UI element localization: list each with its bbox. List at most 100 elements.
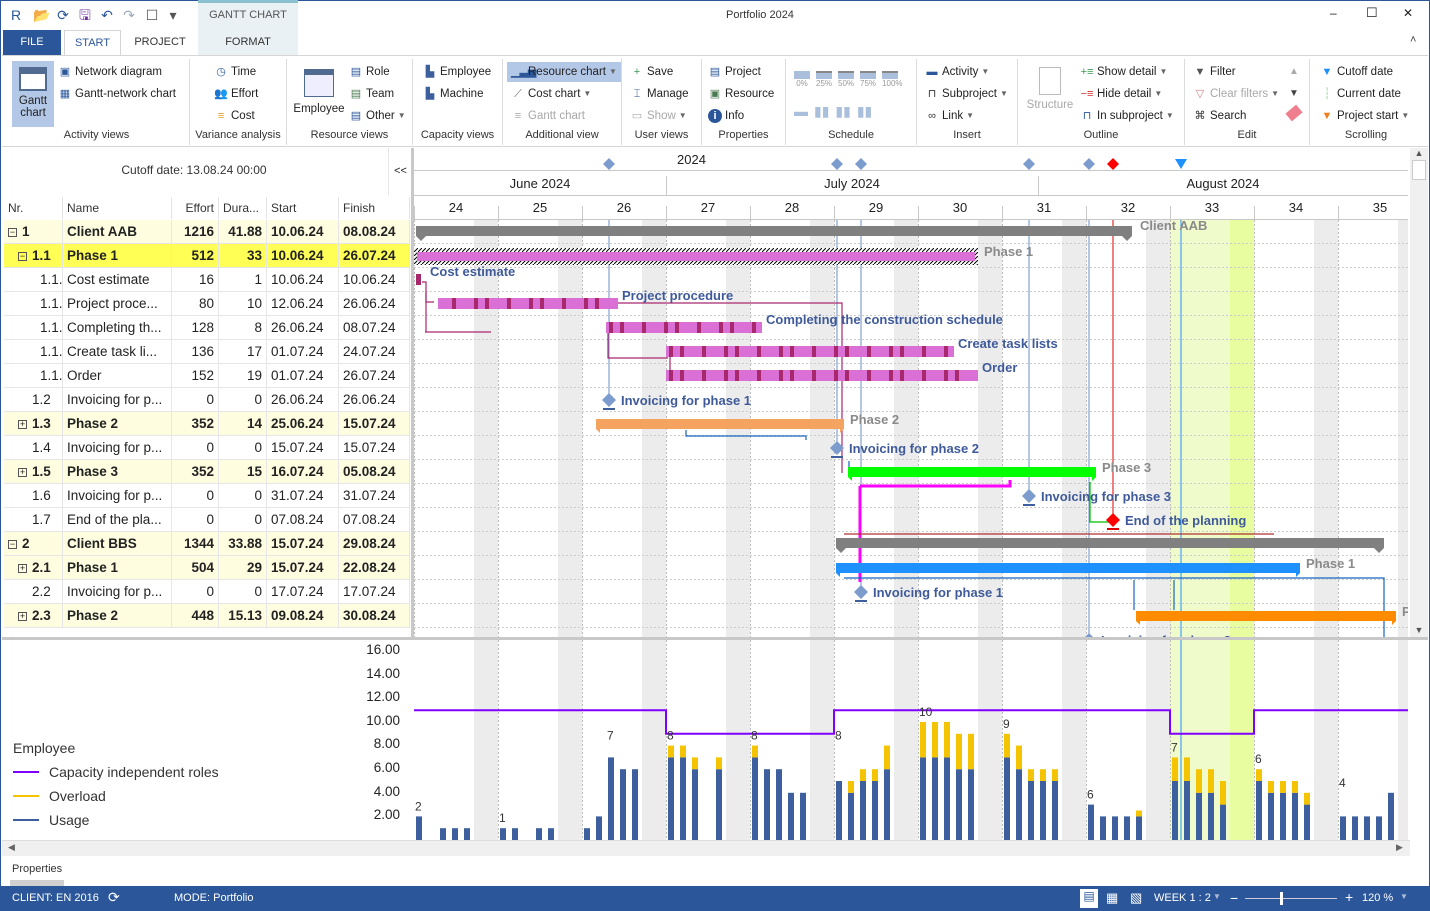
cell-start[interactable]: 26.06.24 <box>267 316 339 340</box>
cell-effort[interactable]: 128 <box>172 316 219 340</box>
other-button[interactable]: ▤ Other ▼ <box>349 106 406 126</box>
collapse-icon[interactable]: − <box>18 252 27 261</box>
clear-filters-button[interactable]: ▽ Clear filters ▼ <box>1193 84 1279 104</box>
cell-effort[interactable]: 80 <box>172 292 219 316</box>
split-multi-icon[interactable]: ▮▮ <box>835 103 850 120</box>
team-button[interactable]: ▤ Team <box>349 84 394 104</box>
column-header-name[interactable]: Name <box>63 197 172 219</box>
cell-start[interactable]: 07.08.24 <box>267 508 339 532</box>
effort-button[interactable]: 👥 Effort <box>214 84 258 104</box>
table-row[interactable]: 1.6 Invoicing for p... 0 0 31.07.24 31.07.24 <box>4 484 410 508</box>
cell-duration[interactable]: 0 <box>219 436 267 460</box>
cell-start[interactable]: 15.07.24 <box>267 436 339 460</box>
cell-duration[interactable]: 29 <box>219 556 267 580</box>
role-button[interactable]: ▤ Role <box>349 62 390 82</box>
table-row[interactable]: 1.1. Cost estimate 16 1 10.06.24 10.06.24 <box>4 268 410 292</box>
capacity-machine-button[interactable]: ▙ Machine <box>423 84 484 104</box>
horizontal-scrollbar[interactable]: ◀ ▶ <box>2 840 1410 856</box>
cell-start[interactable]: 17.07.24 <box>267 580 339 604</box>
cell-duration[interactable]: 33 <box>219 244 267 268</box>
cell-nr[interactable]: +2.1 <box>4 556 63 580</box>
cell-duration[interactable]: 14 <box>219 412 267 436</box>
cell-finish[interactable]: 26.06.24 <box>339 388 410 412</box>
column-header-finish[interactable]: Finish <box>339 197 410 219</box>
table-row[interactable]: +1.5 Phase 3 352 15 16.07.24 05.08.24 <box>4 460 410 484</box>
cell-name[interactable]: Completing th... <box>63 316 172 340</box>
cell-name[interactable]: Phase 2 <box>63 604 172 628</box>
table-row[interactable]: −2 Client BBS 1344 33.88 15.07.24 29.08.24 <box>4 532 410 556</box>
cell-finish[interactable]: 26.06.24 <box>339 292 410 316</box>
cell-name[interactable]: Phase 1 <box>63 244 172 268</box>
manage-views-button[interactable]: ⌶ Manage <box>630 84 689 104</box>
cell-nr[interactable]: −1 <box>4 220 63 244</box>
cell-name[interactable]: Invoicing for p... <box>63 436 172 460</box>
cell-duration[interactable]: 33.88 <box>219 532 267 556</box>
expand-icon[interactable]: + <box>18 420 27 429</box>
tab-file[interactable]: FILE <box>3 30 61 55</box>
cell-finish[interactable]: 08.08.24 <box>339 220 410 244</box>
cell-name[interactable]: Client BBS <box>63 532 172 556</box>
project-properties-button[interactable]: ▤ Project <box>708 62 761 82</box>
cell-name[interactable]: End of the pla... <box>63 508 172 532</box>
gantt-network-button[interactable]: ▦ Gantt-network chart <box>58 84 176 104</box>
tab-project[interactable]: PROJECT <box>124 30 196 55</box>
cutoff-date-button[interactable]: ▼ Cutoff date <box>1320 62 1394 82</box>
project-start-button[interactable]: ▼ Project start ▼ <box>1320 106 1410 126</box>
cell-start[interactable]: 15.07.24 <box>267 532 339 556</box>
progress-75-button[interactable]: 75% <box>860 71 876 88</box>
resource-chart-button[interactable]: ▁▃▅ Resource chart ▼ <box>507 62 621 82</box>
expand-icon[interactable]: + <box>18 612 27 621</box>
refresh-icon[interactable]: ⟳ <box>55 7 71 23</box>
table-row[interactable]: 2.2 Invoicing for p... 0 0 17.07.24 17.07.24 <box>4 580 410 604</box>
cell-effort[interactable]: 0 <box>172 436 219 460</box>
cell-duration[interactable]: 17 <box>219 340 267 364</box>
network-view-icon[interactable]: ▦ <box>1106 890 1118 906</box>
cell-duration[interactable]: 10 <box>219 292 267 316</box>
cell-start[interactable]: 10.06.24 <box>267 268 339 292</box>
progress-0-button[interactable]: 0% <box>794 71 810 88</box>
table-row[interactable]: +2.3 Phase 2 448 15.13 09.08.24 30.08.24 <box>4 604 410 628</box>
cell-effort[interactable]: 352 <box>172 460 219 484</box>
search-button[interactable]: ⌘ Search <box>1193 106 1247 126</box>
minimize-button[interactable]: – <box>1330 6 1344 20</box>
cell-finish[interactable]: 10.06.24 <box>339 268 410 292</box>
scroll-up-arrow-icon[interactable]: ▲ <box>1410 148 1428 158</box>
additional-gantt-chart-button[interactable]: ≡ Gantt chart <box>511 106 585 126</box>
cell-nr[interactable]: 2.2 <box>4 580 63 604</box>
cost-chart-button[interactable]: ⟋ Cost chart ▼ <box>511 84 591 104</box>
cell-effort[interactable]: 16 <box>172 268 219 292</box>
cell-duration[interactable]: 0 <box>219 580 267 604</box>
cell-name[interactable]: Invoicing for p... <box>63 388 172 412</box>
cell-nr[interactable]: 1.1. <box>4 292 63 316</box>
close-button[interactable]: ✕ <box>1403 6 1417 20</box>
zoom-slider-thumb[interactable] <box>1280 892 1283 905</box>
table-row[interactable]: 1.7 End of the pla... 0 0 07.08.24 07.08.24 <box>4 508 410 532</box>
gantt-chart[interactable]: 2024 June 2024 July 2024 August 2024 24 25 26 2… <box>414 148 1408 637</box>
cost-button[interactable]: ≡ Cost <box>214 106 255 126</box>
cell-duration[interactable]: 41.88 <box>219 220 267 244</box>
cell-nr[interactable]: −2 <box>4 532 63 556</box>
table-row[interactable]: 1.2 Invoicing for p... 0 0 26.06.24 26.06.24 <box>4 388 410 412</box>
cell-nr[interactable]: 1.1. <box>4 316 63 340</box>
sync-icon[interactable]: ⟳ <box>108 889 120 906</box>
cell-finish[interactable]: 26.07.24 <box>339 244 410 268</box>
collapse-table-button[interactable]: << <box>388 148 412 195</box>
split-task-icon[interactable]: ▮▮ <box>814 103 829 120</box>
zoom-in-button[interactable]: + <box>1345 889 1353 905</box>
hide-detail-button[interactable]: −≡ Hide detail ▼ <box>1080 84 1163 104</box>
cell-duration[interactable]: 15.13 <box>219 604 267 628</box>
cell-finish[interactable]: 07.08.24 <box>339 508 410 532</box>
split-more-icon[interactable]: ▮▮ <box>857 103 872 120</box>
cell-nr[interactable]: 1.1. <box>4 268 63 292</box>
cell-effort[interactable]: 0 <box>172 388 219 412</box>
progress-100-button[interactable]: 100% <box>882 71 903 88</box>
insert-subproject-button[interactable]: ⊓ Subproject ▼ <box>925 84 1008 104</box>
open-folder-icon[interactable]: 📂 <box>33 7 50 23</box>
current-date-button[interactable]: ┆ Current date <box>1320 84 1401 104</box>
zoom-dropdown-icon[interactable]: ▼ <box>1400 892 1408 901</box>
progress-50-button[interactable]: 50% <box>838 71 854 88</box>
cell-duration[interactable]: 8 <box>219 316 267 340</box>
window-icon[interactable]: ☐ <box>144 7 160 23</box>
cell-start[interactable]: 26.06.24 <box>267 388 339 412</box>
zoom-out-button[interactable]: − <box>1230 890 1238 906</box>
